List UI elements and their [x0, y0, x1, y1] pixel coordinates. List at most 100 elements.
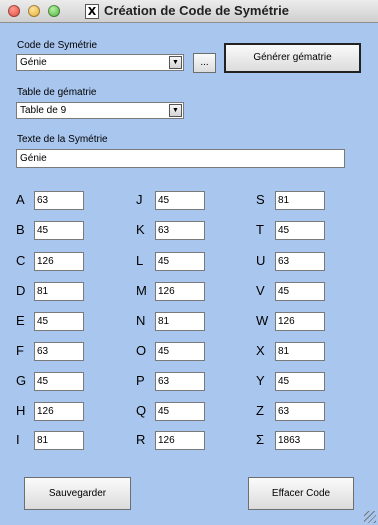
letter-label: E: [16, 313, 25, 328]
letter-value: 45: [37, 376, 49, 387]
letter-value-field[interactable]: 45: [155, 402, 205, 421]
browse-button[interactable]: ...: [193, 53, 216, 73]
table-combobox-value: Table de 9: [20, 105, 67, 116]
letter-label: I: [16, 432, 20, 447]
letter-label: G: [16, 373, 27, 388]
letter-value-field[interactable]: 63: [155, 372, 205, 391]
letter-value-field[interactable]: 45: [275, 372, 325, 391]
chevron-down-icon[interactable]: ▼: [169, 56, 182, 69]
letter-value: 45: [158, 256, 170, 267]
code-combobox-value: Génie: [20, 57, 47, 68]
letter-label: H: [16, 403, 26, 418]
letter-label: W: [256, 313, 269, 328]
sum-value: 1863: [278, 435, 301, 446]
letter-value: 45: [158, 195, 170, 206]
letter-value-field[interactable]: 63: [275, 402, 325, 421]
letter-value: 45: [37, 316, 49, 327]
letter-value: 81: [37, 435, 49, 446]
letter-value: 63: [158, 225, 170, 236]
letter-value-field[interactable]: 63: [34, 342, 84, 361]
letter-label: K: [136, 222, 145, 237]
generate-gematria-button[interactable]: Générer gématrie: [224, 43, 361, 73]
letter-value-field[interactable]: 45: [275, 221, 325, 240]
table-combobox[interactable]: Table de 9 ▼: [16, 102, 184, 119]
letter-label: P: [136, 373, 145, 388]
symmetry-text-input[interactable]: Génie: [16, 149, 345, 168]
letter-label: M: [136, 283, 147, 298]
letter-label: F: [16, 343, 24, 358]
symmetry-text-value: Génie: [20, 153, 47, 164]
window-title: Création de Code de Symétrie: [104, 3, 289, 18]
letter-label: Z: [256, 403, 264, 418]
code-combobox[interactable]: Génie ▼: [16, 54, 184, 71]
letter-value-field[interactable]: 45: [155, 191, 205, 210]
letter-value: 63: [158, 376, 170, 387]
letter-value-field[interactable]: 63: [155, 221, 205, 240]
letter-label: T: [256, 222, 264, 237]
sum-value-field[interactable]: 1863: [275, 431, 325, 450]
close-window-button[interactable]: [8, 5, 20, 17]
letter-value-field[interactable]: 126: [155, 282, 205, 301]
sum-symbol-label: Σ: [256, 432, 265, 447]
letter-value: 81: [278, 346, 290, 357]
letter-value-field[interactable]: 81: [155, 312, 205, 331]
code-label: Code de Symétrie: [17, 40, 98, 51]
letter-label: Y: [256, 373, 265, 388]
letter-value-field[interactable]: 45: [155, 342, 205, 361]
app-icon: X: [85, 4, 99, 19]
letter-value-field[interactable]: 81: [275, 342, 325, 361]
letter-label: D: [16, 283, 26, 298]
table-label: Table de gématrie: [17, 87, 97, 98]
letter-value-field[interactable]: 81: [34, 282, 84, 301]
chevron-down-icon[interactable]: ▼: [169, 104, 182, 117]
minimize-window-button[interactable]: [28, 5, 40, 17]
letter-value: 45: [158, 406, 170, 417]
letter-value: 45: [278, 286, 290, 297]
save-button[interactable]: Sauvegarder: [24, 477, 131, 510]
text-label: Texte de la Symétrie: [17, 134, 108, 145]
letter-value-field[interactable]: 45: [34, 312, 84, 331]
letter-value-field[interactable]: 63: [34, 191, 84, 210]
letter-value: 63: [37, 195, 49, 206]
letter-label: R: [136, 432, 146, 447]
letter-label: B: [16, 222, 25, 237]
letter-label: L: [136, 253, 144, 268]
letter-label: J: [136, 192, 143, 207]
letter-label: U: [256, 253, 266, 268]
letter-value: 81: [37, 286, 49, 297]
letter-value-field[interactable]: 45: [155, 252, 205, 271]
letter-value-field[interactable]: 126: [34, 252, 84, 271]
letter-value: 63: [278, 256, 290, 267]
letter-value: 81: [158, 316, 170, 327]
letter-value-field[interactable]: 45: [275, 282, 325, 301]
letter-label: O: [136, 343, 147, 358]
letter-value: 63: [278, 406, 290, 417]
letter-value-field[interactable]: 45: [34, 372, 84, 391]
clear-code-button[interactable]: Effacer Code: [248, 477, 354, 510]
letter-value: 126: [37, 406, 54, 417]
letter-value: 81: [278, 195, 290, 206]
letter-value-field[interactable]: 81: [275, 191, 325, 210]
letter-label: A: [16, 192, 25, 207]
letter-value-field[interactable]: 45: [34, 221, 84, 240]
letter-value: 45: [158, 346, 170, 357]
letter-label: Q: [136, 403, 147, 418]
letter-value-field[interactable]: 81: [34, 431, 84, 450]
letter-value: 63: [37, 346, 49, 357]
letter-value-field[interactable]: 63: [275, 252, 325, 271]
resize-grip-icon[interactable]: [364, 511, 376, 523]
letter-value-field[interactable]: 126: [34, 402, 84, 421]
letter-value-field[interactable]: 126: [275, 312, 325, 331]
letter-value-field[interactable]: 126: [155, 431, 205, 450]
letter-value: 126: [158, 435, 175, 446]
letter-value: 45: [37, 225, 49, 236]
letter-label: S: [256, 192, 265, 207]
title-bar[interactable]: X Création de Code de Symétrie: [0, 0, 378, 23]
letter-label: C: [16, 253, 26, 268]
letter-value: 126: [37, 256, 54, 267]
zoom-window-button[interactable]: [48, 5, 60, 17]
letter-label: N: [136, 313, 146, 328]
letter-value: 126: [158, 286, 175, 297]
letter-label: V: [256, 283, 265, 298]
letter-label: X: [256, 343, 265, 358]
